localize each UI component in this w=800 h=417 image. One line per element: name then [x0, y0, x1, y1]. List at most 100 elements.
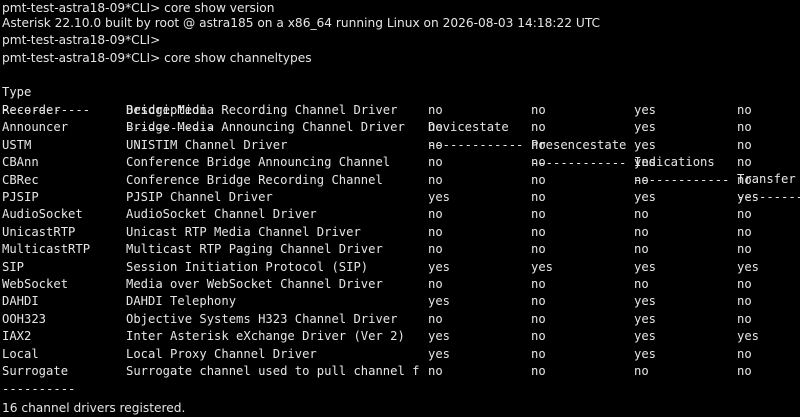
- table-row: Announcer Bridge Media Announcing Channel…: [2, 119, 800, 136]
- cell-presencestate: no: [531, 120, 546, 135]
- cell-devicestate: no: [428, 311, 443, 326]
- cell-type: MulticastRTP: [2, 242, 91, 257]
- version-output: Asterisk 22.10.0 built by root @ astra18…: [2, 16, 601, 30]
- cell-description: Multicast RTP Paging Channel Driver: [126, 242, 383, 257]
- cell-devicestate: no: [428, 137, 443, 152]
- table-row: Recorder Bridge Media Recording Channel D…: [2, 102, 800, 119]
- cell-type: OOH323: [2, 311, 47, 326]
- cell-indications: yes: [634, 190, 657, 204]
- cell-presencestate: no: [531, 329, 546, 344]
- command-line-channeltypes: pmt-test-astra18-09*CLI> core show chann…: [2, 51, 312, 65]
- cell-presencestate: no: [531, 364, 546, 378]
- cell-transfer: no: [737, 311, 752, 326]
- cell-description: Bridge Media Recording Channel Driver: [126, 103, 398, 117]
- cell-indications: yes: [634, 155, 657, 170]
- cell-devicestate: yes: [428, 329, 451, 344]
- table-row: UnicastRTP Unicast RTP Media Channel Driv…: [2, 224, 800, 241]
- summary-line: 16 channel drivers registered.: [2, 401, 186, 415]
- cell-type: WebSocket: [2, 277, 69, 291]
- cell-type: UnicastRTP: [2, 224, 76, 239]
- cell-type: AudioSocket: [2, 207, 83, 222]
- cell-transfer: no: [737, 294, 752, 309]
- table-separator-row: ------------ ------------ ------------- …: [2, 85, 800, 204]
- cell-transfer: no: [737, 242, 752, 257]
- cell-description: Media over WebSocket Channel Driver: [126, 277, 383, 291]
- cell-description: UNISTIM Channel Driver: [126, 137, 288, 152]
- cell-transfer: yes: [737, 259, 760, 274]
- cell-indications: yes: [634, 329, 657, 344]
- cell-type: Surrogate: [2, 364, 69, 378]
- table-row: AudioSocket AudioSocket Channel Driver no n…: [2, 206, 800, 223]
- table-row: CBAnn Conference Bridge Announcing Channe…: [2, 154, 800, 171]
- cell-indications: no: [634, 172, 649, 187]
- cell-presencestate: no: [531, 103, 546, 117]
- cell-description: Local Proxy Channel Driver: [126, 346, 317, 361]
- cell-presencestate: yes: [531, 259, 554, 274]
- table-row: MulticastRTP Multicast RTP Paging Channel…: [2, 241, 800, 258]
- table-row: CBRec Conference Bridge Recording Channel…: [2, 172, 800, 189]
- cell-transfer: no: [737, 120, 752, 135]
- cell-presencestate: no: [531, 224, 546, 239]
- cell-transfer: yes: [737, 190, 760, 204]
- cell-devicestate: no: [428, 277, 443, 291]
- table-row: DAHDI DAHDI Telephony yes no yes no: [2, 293, 800, 310]
- cell-devicestate: no: [428, 207, 443, 222]
- cell-presencestate: no: [531, 346, 546, 361]
- cell-indications: no: [634, 207, 649, 222]
- cell-indications: yes: [634, 311, 657, 326]
- cell-presencestate: no: [531, 172, 546, 187]
- cell-presencestate: no: [531, 155, 546, 170]
- cell-devicestate: no: [428, 224, 443, 239]
- cell-transfer: no: [737, 346, 752, 361]
- cell-devicestate: no: [428, 120, 443, 135]
- cell-presencestate: no: [531, 207, 546, 222]
- terminal-window[interactable]: pmt-test-astra18-09*CLI> core show versi…: [0, 0, 800, 417]
- cell-presencestate: no: [531, 137, 546, 152]
- cell-indications: yes: [634, 103, 657, 117]
- cell-description: PJSIP Channel Driver: [126, 190, 273, 204]
- cell-description: Session Initiation Protocol (SIP): [126, 259, 369, 274]
- cell-indications: yes: [634, 137, 657, 152]
- cell-devicestate: yes: [428, 190, 451, 204]
- cell-transfer: no: [737, 224, 752, 239]
- cell-type: Announcer: [2, 120, 69, 135]
- cell-indications: yes: [634, 259, 657, 274]
- cell-presencestate: no: [531, 294, 546, 309]
- cell-indications: no: [634, 364, 649, 378]
- table-row: OOH323 Objective Systems H323 Channel Dri…: [2, 311, 800, 328]
- cell-type: Recorder: [2, 103, 61, 117]
- table-header-row: Type Description Devicestate Presencesta…: [2, 67, 800, 186]
- cell-transfer: no: [737, 207, 752, 222]
- cell-type: SIP: [2, 259, 25, 274]
- cell-description: Bridge Media Announcing Channel Driver: [126, 120, 405, 135]
- cell-description: DAHDI Telephony: [126, 294, 237, 309]
- cell-description: Objective Systems H323 Channel Driver: [126, 311, 398, 326]
- cell-devicestate: no: [428, 155, 443, 170]
- cell-transfer: yes: [737, 329, 760, 344]
- cell-presencestate: no: [531, 311, 546, 326]
- cell-transfer: no: [737, 277, 752, 291]
- cell-presencestate: no: [531, 242, 546, 257]
- cell-transfer: no: [737, 155, 752, 170]
- cell-description: Inter Asterisk eXchange Driver (Ver 2): [126, 329, 405, 344]
- cell-devicestate: yes: [428, 259, 451, 274]
- cell-type: CBAnn: [2, 155, 39, 170]
- cell-devicestate: no: [428, 103, 443, 117]
- table-row: Surrogate Surrogate channel used to pull …: [2, 363, 800, 380]
- table-row: PJSIP PJSIP Channel Driver yes no yes yes: [2, 189, 800, 206]
- cell-description: Conference Bridge Announcing Channel: [126, 155, 391, 170]
- cell-indications: no: [634, 242, 649, 257]
- cell-indications: yes: [634, 346, 657, 361]
- cell-devicestate: yes: [428, 346, 451, 361]
- cell-description: Conference Bridge Recording Channel: [126, 172, 383, 187]
- cell-indications: yes: [634, 294, 657, 309]
- cell-description: Unicast RTP Media Channel Driver: [126, 224, 361, 239]
- cell-devicestate: yes: [428, 294, 451, 309]
- cell-type: IAX2: [2, 329, 32, 344]
- cell-type: CBRec: [2, 172, 39, 187]
- cell-description: AudioSocket Channel Driver: [126, 207, 317, 222]
- cell-transfer: no: [737, 103, 752, 117]
- cell-indications: no: [634, 277, 649, 291]
- table-row: Local Local Proxy Channel Driver yes no yes n…: [2, 346, 800, 363]
- table-row: SIP Session Initiation Protocol (SIP) yes y…: [2, 259, 800, 276]
